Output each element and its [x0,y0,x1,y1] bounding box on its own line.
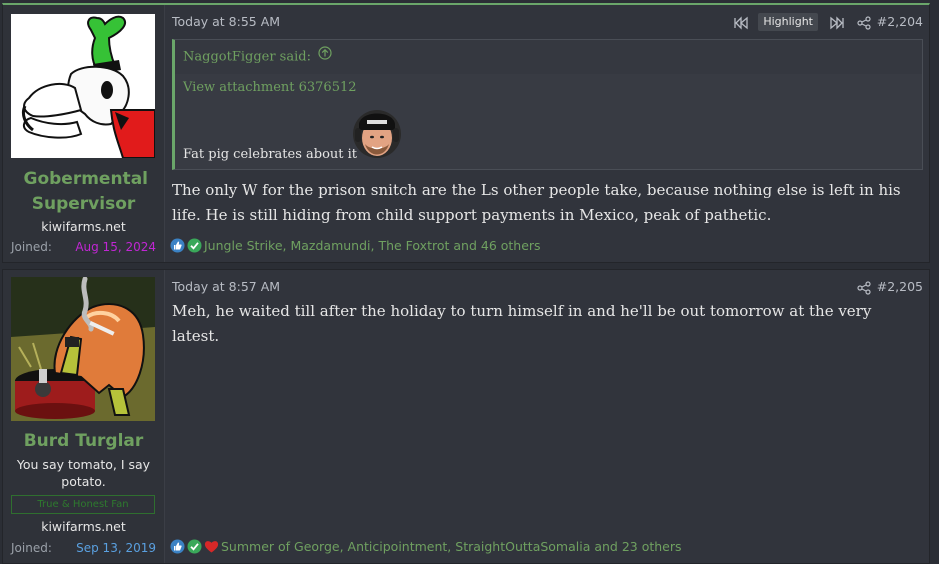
username[interactable]: Burd Turglar [3,429,164,454]
check-icon [187,238,202,253]
joined-date: Sep 13, 2019 [76,541,156,555]
post-number[interactable]: #2,205 [877,279,923,294]
reactions-bar[interactable]: Jungle Strike, Mazdamundi, The Foxtrot a… [170,238,541,253]
avatar[interactable] [11,277,155,421]
reactions-text[interactable]: Summer of George, Anticipointment, Strai… [221,539,682,554]
username-line-1: Gobermental Supervisor [3,167,164,214]
username[interactable]: Gobermental Supervisor [3,167,164,214]
post-message: The only W for the prison snitch are the… [172,181,901,224]
check-icon [187,539,202,554]
user-info: Gobermental Supervisor kiwifarms.net Joi… [3,5,165,262]
user-title: You say tomato, I say potato. [16,457,151,489]
attachment-image[interactable] [351,100,403,162]
share-icon[interactable] [857,280,871,295]
reactions-text[interactable]: Jungle Strike, Mazdamundi, The Foxtrot a… [204,238,541,253]
user-banner: True & Honest Fan [11,495,155,514]
post-number[interactable]: #2,204 [877,14,923,29]
username-text: Gobermental Supervisor [23,169,149,214]
post-message: Meh, he waited till after the holiday to… [172,302,872,345]
heart-icon [204,539,219,554]
post-content: Today at 8:55 AM Highlight #2,204 Naggot… [164,5,929,262]
arrow-up-circle-icon[interactable] [318,40,332,74]
joined-date: Aug 15, 2024 [75,240,156,254]
post-timestamp[interactable]: Today at 8:57 AM [172,279,280,294]
user-site: kiwifarms.net [41,219,126,234]
avatar[interactable] [11,14,155,158]
like-icon [170,539,185,554]
quote-author[interactable]: NaggotFigger said: [183,50,311,65]
share-icon[interactable] [857,15,871,30]
like-icon [170,238,185,253]
fast-forward-icon[interactable] [829,15,845,30]
user-info: Burd Turglar You say tomato, I say potat… [3,270,165,563]
quote-header[interactable]: NaggotFigger said: [175,40,922,74]
user-site: kiwifarms.net [41,519,126,534]
joined-label: Joined: [11,541,52,555]
post-2204: Gobermental Supervisor kiwifarms.net Joi… [2,3,930,263]
highlight-button[interactable]: Highlight [758,13,818,31]
post-2205: Burd Turglar You say tomato, I say potat… [2,269,930,564]
quote-text: Fat pig celebrates about it [183,147,358,162]
quote-block: NaggotFigger said: View attachment 63765… [172,39,923,170]
post-content: Today at 8:57 AM #2,205 Meh, he waited t… [164,270,929,563]
post-timestamp[interactable]: Today at 8:55 AM [172,14,280,29]
joined-label: Joined: [11,240,52,254]
reactions-bar[interactable]: Summer of George, Anticipointment, Strai… [170,539,682,554]
rewind-icon[interactable] [733,15,749,30]
attachment-link[interactable]: View attachment 6376512 [183,80,357,95]
